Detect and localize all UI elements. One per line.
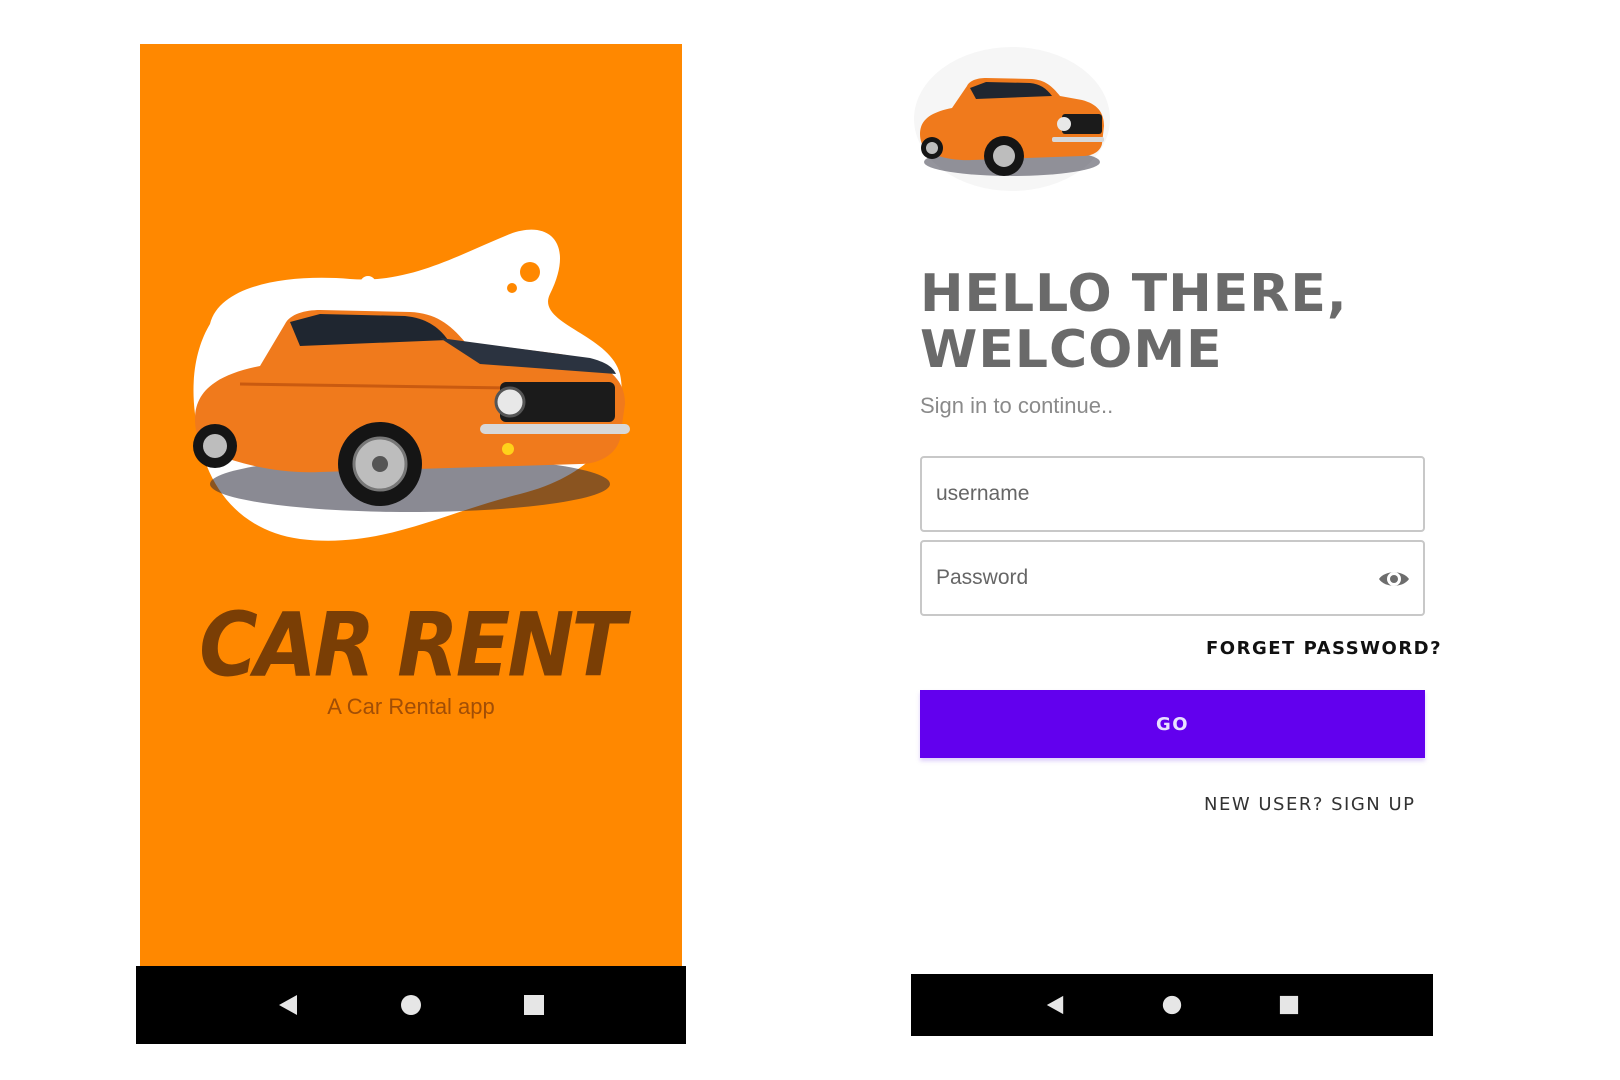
eye-icon[interactable]	[1377, 562, 1411, 596]
password-input[interactable]	[936, 542, 1356, 614]
go-button[interactable]: GO	[920, 690, 1425, 758]
car-illustration	[193, 229, 630, 541]
username-input[interactable]	[936, 458, 1356, 530]
car-logo	[914, 47, 1110, 191]
splash-screen: CAR RENT A Car Rental app	[140, 44, 682, 966]
username-field[interactable]	[920, 456, 1425, 532]
password-field[interactable]	[920, 540, 1425, 616]
system-nav-bar-login	[911, 974, 1433, 1036]
system-nav-bar	[136, 966, 686, 1044]
home-icon[interactable]	[1152, 985, 1192, 1025]
welcome-heading-line1: HELLO THERE,	[920, 264, 1348, 324]
sign-in-subtitle: Sign in to continue..	[920, 393, 1114, 418]
back-icon[interactable]	[268, 985, 308, 1025]
sign-up-link[interactable]: NEW USER? SIGN UP	[1204, 794, 1416, 815]
welcome-heading: HELLO THERE, WELCOME	[920, 266, 1440, 378]
app-title: CAR RENT	[199, 594, 626, 697]
recents-icon[interactable]	[514, 985, 554, 1025]
home-icon[interactable]	[391, 985, 431, 1025]
back-icon[interactable]	[1035, 985, 1075, 1025]
app-subtitle: A Car Rental app	[327, 694, 495, 719]
recents-icon[interactable]	[1269, 985, 1309, 1025]
welcome-heading-line2: WELCOME	[920, 320, 1223, 380]
forget-password-link[interactable]: FORGET PASSWORD?	[1206, 638, 1442, 659]
